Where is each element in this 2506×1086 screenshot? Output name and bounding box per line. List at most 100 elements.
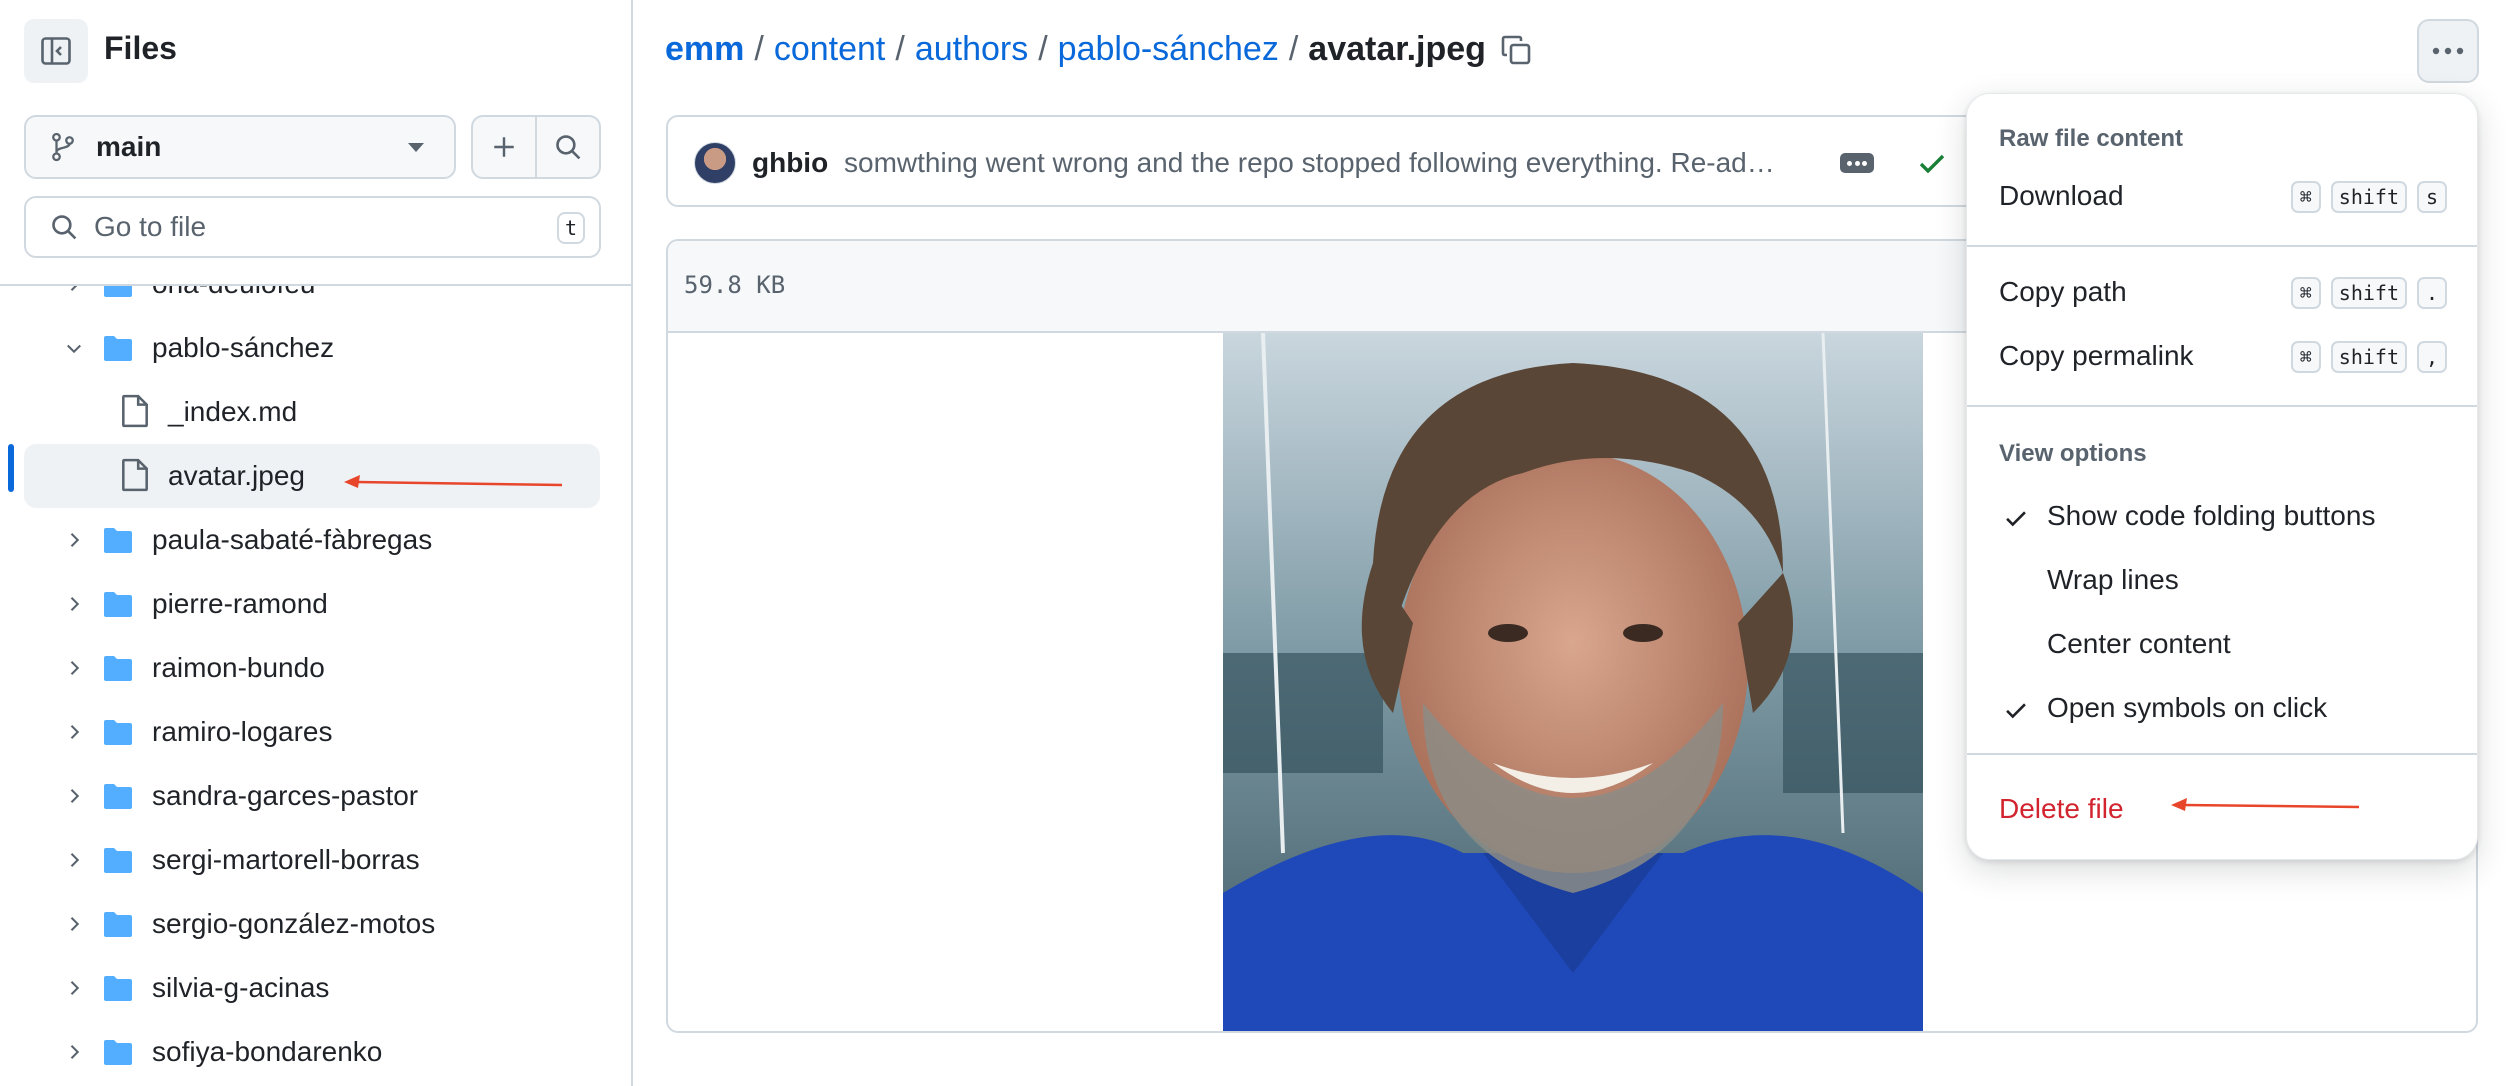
key: , (2417, 341, 2447, 373)
menu-item-label: Show code folding buttons (2047, 500, 2376, 531)
tree-item-folder[interactable]: sergi-martorell-borras (24, 828, 600, 892)
breadcrumb-link[interactable]: pablo-sánchez (1058, 30, 1279, 69)
breadcrumb-separator: / (1288, 30, 1299, 68)
chevron-right-icon (70, 597, 80, 611)
menu-item-label: Copy path (1999, 276, 2127, 307)
folder-icon (104, 1040, 132, 1065)
selected-indicator (8, 444, 14, 492)
menu-item-open-symbols[interactable]: Open symbols on click (1975, 677, 2469, 739)
chevron-right-icon (70, 789, 80, 803)
key: ⌘ (2290, 341, 2321, 373)
sidebar-collapse-icon (41, 37, 71, 65)
tree-item-label: silvia-g-acinas (152, 972, 330, 1003)
menu-item-copy-path[interactable]: Copy path ⌘ shift . (1975, 261, 2469, 323)
check-icon (2006, 703, 2026, 719)
folder-icon (104, 592, 132, 617)
search-icon (52, 215, 77, 240)
tree-item-label: _index.md (168, 396, 298, 427)
annotation-arrow (2171, 798, 2360, 811)
menu-item-label: Copy permalink (1999, 340, 2194, 371)
breadcrumb-separator: / (754, 30, 764, 68)
tree-item-label: sergio-gonzález-motos (152, 908, 436, 939)
check-icon (1919, 154, 1945, 174)
menu-item-copy-permalink[interactable]: Copy permalink ⌘ shift , (1975, 325, 2469, 387)
go-to-file-field[interactable]: t (24, 196, 601, 258)
plus-icon (494, 137, 514, 157)
menu-divider (1967, 405, 2477, 407)
expand-commit-message-button[interactable] (1840, 153, 1874, 173)
chevron-right-icon (70, 1045, 80, 1059)
tree-item-label: sofiya-bondarenko (152, 1036, 383, 1067)
git-branch-icon (52, 132, 74, 162)
branch-name: main (96, 131, 162, 162)
chevron-right-icon (70, 981, 80, 995)
key: . (2417, 277, 2447, 309)
avatar-image (1223, 333, 1923, 1031)
search-code-button[interactable] (537, 117, 599, 177)
more-options-button[interactable] (2417, 19, 2479, 83)
key: ⌘ (2290, 181, 2321, 213)
annotation-arrow (344, 475, 563, 488)
breadcrumb-link-repo[interactable]: emm (665, 30, 744, 69)
tree-item-folder[interactable]: paula-sabaté-fàbregas (24, 508, 600, 572)
key: ⌘ (2290, 277, 2321, 309)
folder-icon (104, 976, 132, 1001)
branch-selector[interactable]: main (24, 115, 456, 179)
menu-divider (1967, 245, 2477, 247)
copy-icon (1501, 35, 1531, 64)
tree-item-folder[interactable]: sofiya-bondarenko (24, 1020, 600, 1084)
tree-item-folder[interactable]: silvia-g-acinas (24, 956, 600, 1020)
chevron-right-icon (70, 661, 80, 675)
breadcrumb-link[interactable]: content (774, 30, 886, 69)
key: s (2417, 181, 2447, 213)
folder-icon (104, 848, 132, 873)
keyboard-shortcut: ⌘ shift . (2290, 277, 2447, 309)
breadcrumb-current-file: avatar.jpeg (1308, 30, 1486, 68)
chevron-right-icon (70, 725, 80, 739)
menu-item-label: Center content (2047, 628, 2231, 659)
chevron-right-icon (70, 853, 80, 867)
tree-item-label: sergi-martorell-borras (152, 844, 420, 875)
file-icon (122, 394, 148, 428)
commit-message[interactable]: somwthing went wrong and the repo stoppe… (844, 147, 1775, 179)
chevron-down-icon (67, 344, 81, 354)
check-icon (2006, 511, 2026, 527)
collapse-sidebar-button[interactable] (24, 19, 88, 83)
key: shift (2330, 277, 2407, 309)
menu-item-download[interactable]: Download ⌘ shift s (1975, 165, 2469, 227)
copy-path-button[interactable] (1500, 34, 1532, 66)
tree-item-label: pablo-sánchez (152, 332, 335, 363)
commit-author[interactable]: ghbio (752, 147, 828, 179)
tree-item-folder[interactable]: sandra-garces-pastor (24, 764, 600, 828)
menu-item-wrap-lines[interactable]: Wrap lines (1975, 549, 2469, 611)
menu-item-code-folding[interactable]: Show code folding buttons (1975, 485, 2469, 547)
tree-item-file[interactable]: _index.md (24, 380, 600, 444)
tree-item-label: raimon-bundo (152, 652, 325, 683)
tree-item-folder[interactable]: pablo-sánchez (24, 316, 600, 380)
menu-group-title: View options (1999, 440, 2147, 467)
folder-icon (104, 656, 132, 681)
tree-item-folder[interactable]: raimon-bundo (24, 636, 600, 700)
go-to-file-input[interactable] (94, 211, 514, 243)
file-size: 59.8 KB (684, 271, 786, 299)
keyboard-shortcut: ⌘ shift , (2290, 341, 2447, 373)
menu-item-center-content[interactable]: Center content (1975, 613, 2469, 675)
key: shift (2330, 341, 2407, 373)
breadcrumb-separator: / (1038, 30, 1048, 68)
tree-item-label: pierre-ramond (152, 588, 328, 619)
tree-item-folder[interactable]: ramiro-logares (24, 700, 600, 764)
tree-item-folder[interactable]: ona-deulofeu (24, 286, 600, 316)
tree-item-label: avatar.jpeg (168, 460, 305, 491)
add-file-button[interactable] (473, 117, 537, 177)
chevron-right-icon (70, 533, 80, 547)
avatar[interactable] (694, 142, 736, 184)
menu-item-label: Delete file (1999, 793, 2124, 824)
folder-icon (104, 528, 132, 553)
chevron-right-icon (70, 917, 80, 931)
folder-icon (104, 720, 132, 745)
file-tree: ona-deulofeu pablo-sánchez _index.md ava… (0, 286, 631, 1086)
tree-item-folder[interactable]: pierre-ramond (24, 572, 600, 636)
folder-icon (104, 784, 132, 809)
tree-item-folder[interactable]: sergio-gonzález-motos (24, 892, 600, 956)
breadcrumb-link[interactable]: authors (915, 30, 1028, 69)
